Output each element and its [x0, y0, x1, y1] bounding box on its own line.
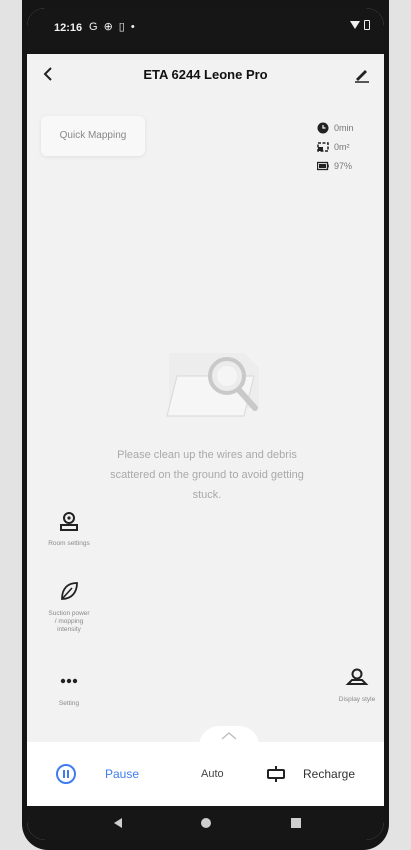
mapping-illustration [166, 353, 259, 417]
battery-icon [317, 161, 329, 170]
tool-label: Room settings [48, 540, 90, 547]
recharge-icon [267, 766, 285, 782]
area-icon [317, 141, 329, 152]
sim-icon: ▯ [118, 21, 125, 33]
stat-battery: 97% [317, 156, 354, 175]
battery-icon [364, 20, 370, 30]
status-time: 12:16 [54, 22, 83, 34]
cleaning-stats: 0min 0m² 97% [317, 118, 354, 175]
stat-value: 0m² [334, 141, 350, 152]
display-style-icon [345, 668, 369, 685]
more-icon [60, 678, 78, 684]
status-bar: 12:16 G ⊕ ▯ • [27, 8, 384, 54]
display-style-button[interactable]: Display style [335, 664, 379, 704]
system-nav-bar [27, 806, 384, 840]
recharge-label: Recharge [303, 767, 356, 781]
auto-label: Auto [201, 768, 224, 780]
nav-recents-icon[interactable] [289, 816, 303, 830]
tool-label: Setting [58, 700, 80, 707]
suction-power-button[interactable]: Suction power / mopping intensity [47, 578, 91, 634]
google-icon: G [89, 20, 98, 33]
edit-button[interactable] [350, 62, 374, 86]
action-bar: Pause Auto Recharge [27, 742, 384, 806]
stat-value: 0min [334, 122, 354, 133]
tool-label: Display style [338, 696, 376, 703]
pencil-icon [355, 70, 369, 83]
stat-value: 97% [334, 160, 353, 171]
wifi-icon [350, 21, 360, 29]
settings-icon: ⊕ [103, 21, 113, 33]
room-settings-icon [60, 512, 78, 531]
room-settings-button[interactable]: Room settings [47, 508, 91, 548]
pause-icon [56, 764, 76, 784]
pause-label: Pause [105, 767, 140, 781]
safety-message: Please clean up the wires and debris sca… [110, 449, 304, 501]
app-screen: 12:16 G ⊕ ▯ • ETA 6244 Leone Pro Quick M… [27, 8, 384, 840]
setting-button[interactable]: Setting [47, 668, 91, 708]
pause-button[interactable]: Pause [55, 762, 139, 786]
nav-back-icon[interactable] [111, 816, 125, 830]
status-icons-left: G ⊕ ▯ • [89, 20, 135, 34]
chevron-up-icon [221, 732, 237, 740]
auto-button[interactable]: Auto [201, 762, 224, 786]
tool-label: Suction power / mopping intensity [48, 610, 90, 633]
nav-home-icon[interactable] [199, 816, 213, 830]
stat-time: 0min [317, 118, 354, 137]
recharge-button[interactable]: Recharge [265, 762, 355, 786]
clock-icon [317, 122, 329, 133]
suction-leaf-icon [61, 582, 78, 600]
quick-mapping-button[interactable]: Quick Mapping [41, 116, 145, 156]
page-title: ETA 6244 Leone Pro [143, 67, 268, 82]
dot-icon: • [130, 20, 135, 33]
status-icons-right [350, 20, 370, 30]
stat-area: 0m² [317, 137, 354, 156]
app-header: ETA 6244 Leone Pro [27, 54, 384, 94]
